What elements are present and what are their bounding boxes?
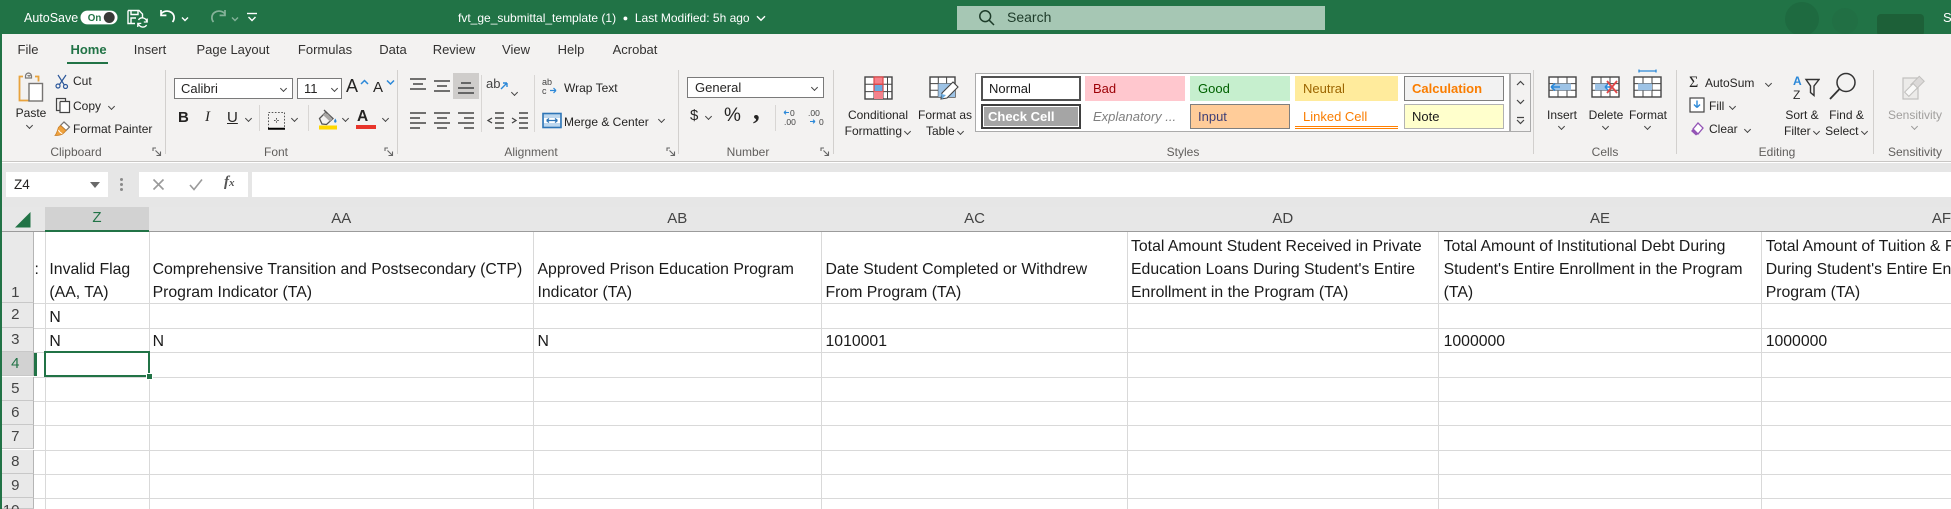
- svg-text:c: c: [542, 86, 547, 96]
- svg-text:ab: ab: [486, 76, 500, 91]
- svg-text:0: 0: [819, 117, 824, 126]
- svg-text:.00: .00: [784, 117, 796, 126]
- svg-text:A: A: [1793, 74, 1802, 88]
- svg-text:Z: Z: [1793, 88, 1800, 102]
- svg-text:On: On: [88, 13, 102, 24]
